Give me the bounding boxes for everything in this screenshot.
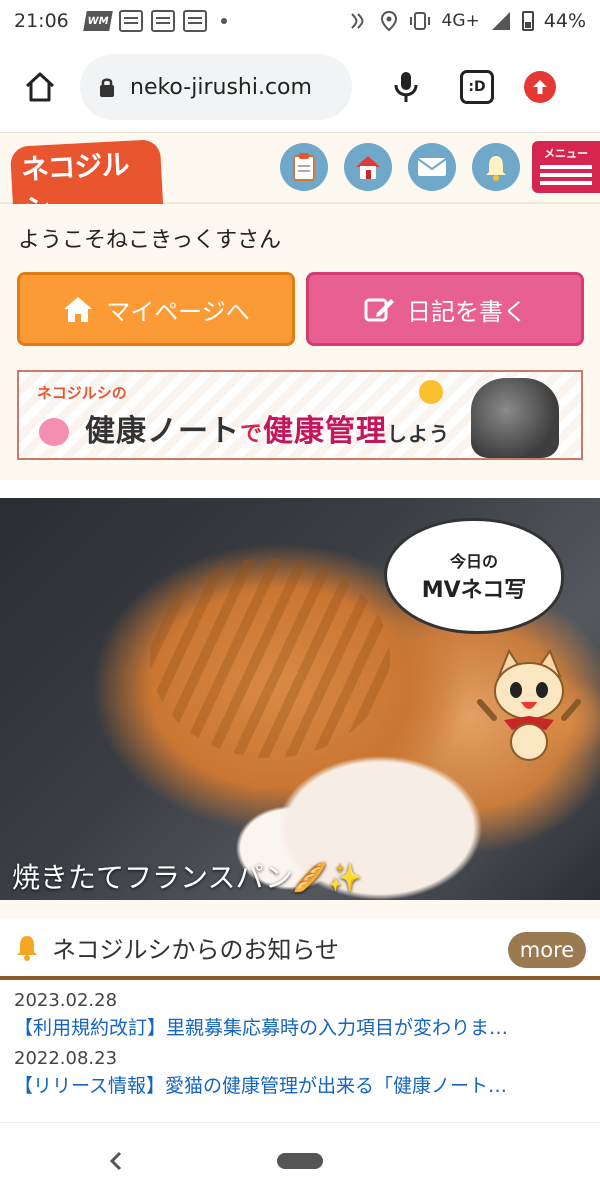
location-icon <box>380 10 397 32</box>
health-note-banner[interactable]: ネコジルシの 健康ノートで健康管理しよう <box>17 370 583 460</box>
mascot-cat-icon <box>474 646 584 766</box>
news-date: 2022.08.23 <box>14 1048 118 1069</box>
news-date: 2023.02.28 <box>14 990 118 1011</box>
yellow-cat-icon <box>419 380 443 404</box>
signal-icon <box>491 12 510 30</box>
lock-icon <box>100 78 114 97</box>
list-item[interactable]: 2023.02.28 【利用規約改訂】里親募集応募時の入力項目が変わりま… <box>0 982 600 1040</box>
news-icon <box>118 10 143 32</box>
mail-icon[interactable] <box>408 143 456 191</box>
address-bar[interactable]: neko-jirushi.com <box>80 54 352 120</box>
tab-switcher-label: :D <box>468 79 486 95</box>
dot-icon <box>220 18 227 24</box>
microphone-icon <box>394 72 418 102</box>
banner-title-part2: で <box>240 422 264 447</box>
bell-icon <box>17 936 37 961</box>
news-link[interactable]: 【リリース情報】愛猫の健康管理が出来る「健康ノート… <box>14 1071 586 1098</box>
news-icon <box>182 10 207 32</box>
site-header: ネコジルシ NEKO-JIRUSHI メニュー <box>0 132 600 231</box>
home-icon <box>25 72 55 102</box>
voice-search-button[interactable] <box>386 65 426 109</box>
back-button[interactable] <box>106 1147 126 1175</box>
banner-title: 健康ノートで健康管理しよう <box>85 406 450 450</box>
news-header: ネコジルシからのお知らせ more <box>0 918 600 980</box>
bubble-line1: 今日の <box>449 552 498 571</box>
menu-label: メニュー <box>544 147 588 160</box>
menu-button[interactable]: メニュー <box>532 141 600 193</box>
status-time: 21:06 <box>14 10 69 32</box>
mv-photo-speech-bubble: 今日の MVネコ写 <box>384 518 564 634</box>
browser-toolbar: neko-jirushi.com :D <box>0 42 600 132</box>
vibrate-icon <box>409 12 430 30</box>
wm-icon: WM <box>83 11 113 31</box>
write-diary-button[interactable]: 日記を書く <box>306 272 584 346</box>
bubble-line2: MVネコ写 <box>421 578 527 603</box>
home-icon <box>64 297 93 322</box>
status-bar: 21:06 WM 4G+ 44% <box>0 0 600 42</box>
banner-title-part4: しよう <box>387 422 451 446</box>
banner-title-part1: 健康ノート <box>85 414 240 449</box>
site-logo[interactable]: ネコジルシ NEKO-JIRUSHI <box>9 138 165 231</box>
welcome-text: ようこそねこきっくすさん <box>18 228 282 253</box>
hamburger-icon <box>540 165 592 169</box>
network-type: 4G+ <box>441 11 480 31</box>
more-label: more <box>519 938 575 962</box>
arrow-up-icon <box>533 80 547 94</box>
banner-subtitle: ネコジルシの <box>37 384 127 402</box>
battery-icon <box>521 11 534 31</box>
welcome-section: ようこそねこきっくすさん マイページへ 日記を書く ネコジルシの 健康ノートで健… <box>0 204 600 480</box>
section-gap <box>0 900 600 918</box>
browser-home-button[interactable] <box>18 65 62 109</box>
list-item[interactable]: 2022.08.23 【リリース情報】愛猫の健康管理が出来る「健康ノート… <box>0 1040 600 1098</box>
mypage-label: マイページへ <box>106 297 250 326</box>
photo-fur-texture <box>150 558 390 758</box>
news-list: 2023.02.28 【利用規約改訂】里親募集応募時の入力項目が変わりま… 20… <box>0 982 600 1098</box>
news-icon <box>150 10 175 32</box>
news-link[interactable]: 【利用規約改訂】里親募集応募時の入力項目が変わりま… <box>14 1013 586 1040</box>
news-title: ネコジルシからのお知らせ <box>52 935 340 964</box>
update-button[interactable] <box>524 71 556 103</box>
bell-icon[interactable] <box>472 143 520 191</box>
logo-subtext: NEKO-JIRUSHI <box>60 183 135 193</box>
header-icons <box>280 143 520 191</box>
notification-icons: WM <box>83 10 227 32</box>
system-nav-bar <box>0 1122 600 1200</box>
pink-cat-icon <box>39 418 69 446</box>
system-icons: 4G+ 44% <box>348 10 586 32</box>
photo-caption: 焼きたてフランスパン🥖✨ <box>12 861 363 894</box>
url-text: neko-jirushi.com <box>130 74 312 100</box>
write-diary-label: 日記を書く <box>407 297 527 326</box>
mypage-button[interactable]: マイページへ <box>17 272 295 346</box>
nfc-icon <box>350 13 364 29</box>
tab-switcher-button[interactable]: :D <box>460 70 494 104</box>
banner-title-part3: 健康管理 <box>263 414 388 449</box>
news-more-button[interactable]: more <box>508 932 586 968</box>
kitten-photo <box>471 378 559 458</box>
clipboard-icon[interactable] <box>280 143 328 191</box>
home-gesture-pill[interactable] <box>277 1153 323 1169</box>
battery-percent: 44% <box>543 10 586 32</box>
home-icon[interactable] <box>344 143 392 191</box>
edit-icon <box>364 298 394 322</box>
chevron-left-icon <box>109 1151 122 1171</box>
